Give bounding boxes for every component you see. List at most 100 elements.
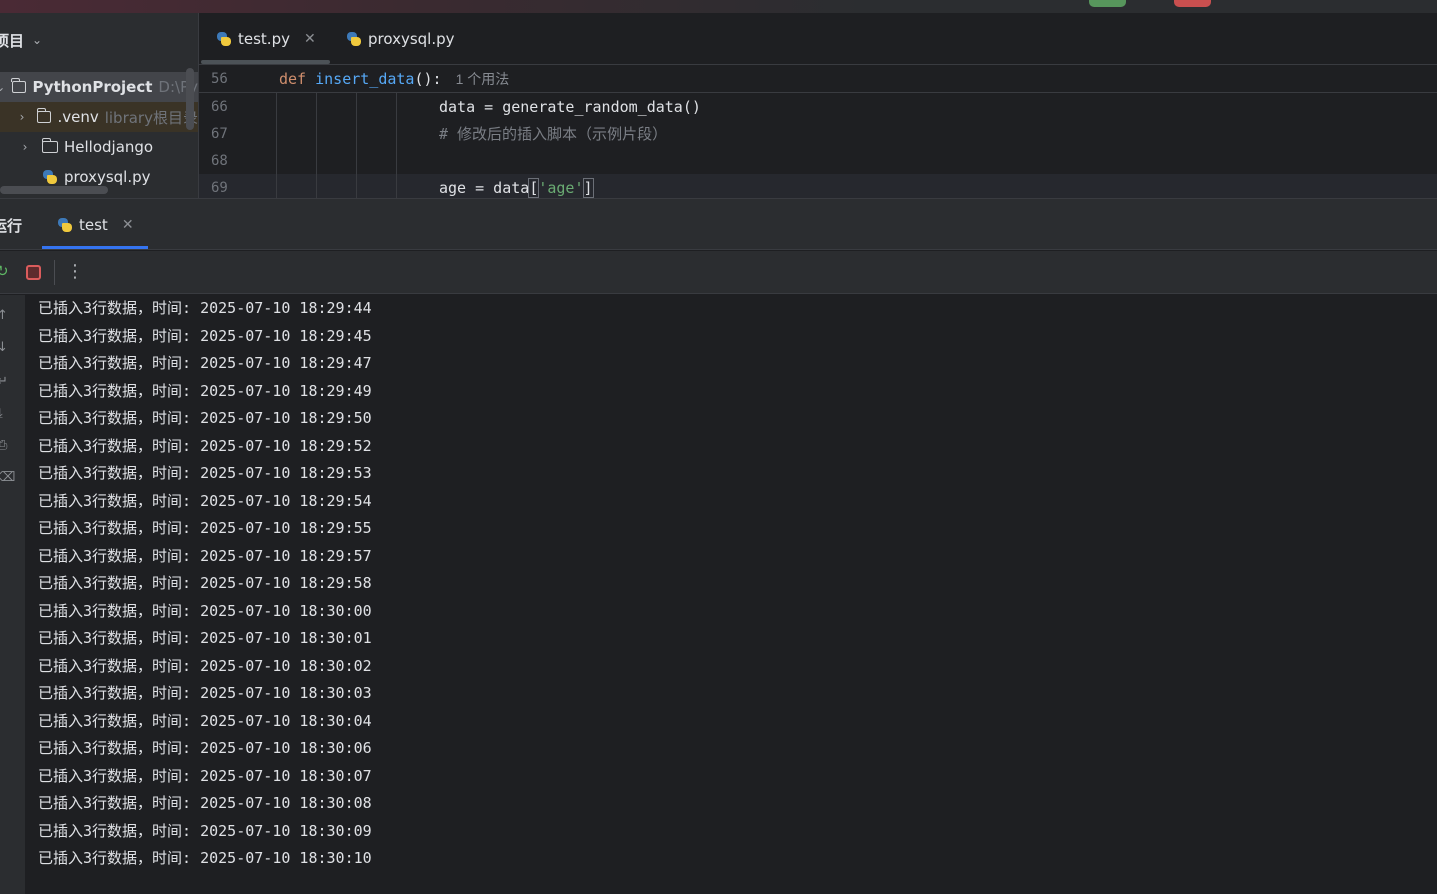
code-string: 'age' — [538, 178, 584, 197]
line-number: 56 — [211, 71, 228, 87]
toolbar-separator — [54, 260, 55, 285]
rerun-icon[interactable]: ↻ — [0, 262, 10, 282]
code-line-66[interactable]: 66 data = generate_random_data() — [199, 93, 1437, 120]
bracket: [ — [528, 177, 540, 198]
console-line: 已插入3行数据，时间: 2025-07-10 18:30:03 — [38, 684, 372, 702]
active-tab-indicator — [201, 60, 330, 64]
code-text: data = generate_random_data() — [439, 97, 701, 116]
arrow-down-icon[interactable]: ↓ — [0, 341, 11, 355]
keyword: def — [279, 70, 307, 88]
editor: test.py ✕ proxysql.py 56 def insert_data… — [198, 13, 1437, 201]
tree-item-label: .venv — [57, 108, 99, 126]
console-line: 已插入3行数据，时间: 2025-07-10 18:30:07 — [38, 766, 372, 785]
python-file-icon — [346, 31, 362, 47]
code-part: age = data — [439, 178, 530, 197]
console-line: 已插入3行数据，时间: 2025-07-10 18:29:53 — [38, 464, 372, 482]
function-name: insert_data — [315, 70, 415, 88]
line-number: 66 — [211, 98, 228, 115]
console-output[interactable]: 已插入3行数据，时间: 2025-07-10 18:29:44 已插入3行数据，时… — [38, 295, 372, 873]
folder-icon — [11, 78, 27, 93]
console-line: 已插入3行数据，时间: 2025-07-10 18:30:04 — [38, 711, 372, 730]
chevron-right-icon[interactable]: › — [16, 110, 28, 124]
code-line-67[interactable]: 67 # 修改后的插入脚本（示例片段） — [199, 120, 1437, 147]
console-line: 已插入3行数据，时间: 2025-07-10 18:29:58 — [38, 574, 372, 592]
tab-test-py[interactable]: test.py ✕ — [216, 13, 316, 65]
chevron-right-icon[interactable]: › — [18, 140, 32, 154]
arrow-up-icon[interactable]: ↑ — [0, 309, 11, 323]
project-panel: 项目 ⌄ ⌄ PythonProject D:\Py › .venv libra… — [0, 13, 198, 198]
run-widget-button[interactable] — [1089, 0, 1126, 7]
code-text: age = data['age'] — [439, 177, 594, 198]
tree-item-venv[interactable]: › .venv library根目录 — [0, 102, 198, 132]
console-line: 已插入3行数据，时间: 2025-07-10 18:29:47 — [38, 354, 372, 372]
console-line: 已插入3行数据，时间: 2025-07-10 18:29:45 — [38, 326, 372, 345]
code-line: def insert_data(): 1 个用法 — [279, 69, 509, 89]
print-icon[interactable]: ⎙ — [0, 439, 11, 453]
python-file-icon — [42, 169, 58, 185]
console-line: 已插入3行数据，时间: 2025-07-10 18:29:44 — [38, 299, 372, 317]
tree-item-label: PythonProject — [32, 78, 153, 96]
folder-icon — [41, 138, 58, 153]
stop-icon[interactable] — [26, 265, 41, 280]
tab-proxysql-py[interactable]: proxysql.py — [346, 13, 455, 65]
run-side-toolbar: ↑ ↓ ↵ ⤓ ⎙ ⌫ — [0, 295, 25, 894]
run-panel-title: 运行 — [0, 217, 23, 235]
trash-icon[interactable]: ⌫ — [0, 471, 15, 485]
code-comment: # 修改后的插入脚本（示例片段） — [439, 125, 668, 143]
stop-widget-button[interactable] — [1174, 0, 1211, 7]
title-bar — [0, 0, 1437, 13]
console-line: 已插入3行数据，时间: 2025-07-10 18:29:49 — [38, 381, 372, 400]
tree-item-hellodjango[interactable]: › Hellodjango — [0, 132, 198, 162]
horizontal-scrollbar[interactable] — [0, 186, 108, 194]
bracket: ] — [582, 177, 594, 198]
project-panel-title: 项目 — [0, 31, 25, 50]
run-tab-label: test — [79, 215, 108, 234]
console-line: 已插入3行数据，时间: 2025-07-10 18:29:50 — [38, 409, 372, 427]
console-line: 已插入3行数据，时间: 2025-07-10 18:30:09 — [38, 821, 372, 840]
chevron-down-icon[interactable]: ⌄ — [0, 80, 7, 94]
line-number: 68 — [211, 152, 228, 169]
console-line: 已插入3行数据，时间: 2025-07-10 18:29:55 — [38, 519, 372, 537]
indent-guide — [276, 93, 277, 198]
console-line: 已插入3行数据，时间: 2025-07-10 18:29:52 — [38, 436, 372, 455]
tree-item-label: Hellodjango — [64, 138, 154, 156]
code-line-68[interactable]: 68 — [199, 147, 1437, 174]
scroll-to-end-icon[interactable]: ⤓ — [0, 407, 11, 421]
python-file-icon — [216, 31, 232, 47]
close-icon[interactable]: ✕ — [122, 217, 134, 233]
active-tab-indicator — [42, 246, 148, 249]
console-line: 已插入3行数据，时间: 2025-07-10 18:30:06 — [38, 739, 372, 757]
line-number: 69 — [211, 179, 228, 196]
chevron-down-icon: ⌄ — [32, 33, 43, 47]
console-line: 已插入3行数据，时间: 2025-07-10 18:30:10 — [38, 849, 372, 867]
code-line-69[interactable]: 69 age = data['age'] — [199, 174, 1437, 201]
tab-label: test.py — [238, 30, 290, 48]
soft-wrap-icon[interactable]: ↵ — [0, 375, 11, 389]
line-number: 67 — [211, 125, 228, 142]
tree-item-label: proxysql.py — [64, 168, 151, 186]
run-panel-header: 运行 test ✕ — [0, 199, 1437, 250]
console-line: 已插入3行数据，时间: 2025-07-10 18:30:00 — [38, 601, 372, 620]
console-line: 已插入3行数据，时间: 2025-07-10 18:29:57 — [38, 546, 372, 565]
tab-run-test[interactable]: test ✕ — [57, 199, 134, 250]
vertical-scrollbar[interactable] — [186, 68, 194, 130]
code-punct: (): — [414, 70, 442, 88]
console-line: 已插入3行数据，时间: 2025-07-10 18:29:54 — [38, 491, 372, 510]
indent-guide — [356, 93, 357, 198]
folder-icon — [36, 108, 52, 123]
project-panel-header[interactable]: 项目 ⌄ — [0, 29, 42, 51]
usage-hint[interactable]: 1 个用法 — [456, 71, 510, 87]
indent-guide — [316, 93, 317, 198]
run-toolbar: ↻ ⋮ — [0, 251, 1437, 294]
tab-label: proxysql.py — [368, 30, 455, 48]
tree-item-hint: library根目录 — [104, 108, 198, 127]
close-icon[interactable]: ✕ — [304, 31, 316, 47]
tree-item-pythonproject[interactable]: ⌄ PythonProject D:\Py — [0, 72, 198, 102]
more-vertical-icon[interactable]: ⋮ — [66, 262, 84, 282]
python-run-icon — [57, 217, 73, 233]
console-line: 已插入3行数据，时间: 2025-07-10 18:30:01 — [38, 629, 372, 647]
run-panel: 运行 test ✕ ↻ ⋮ ↑ ↓ ↵ ⤓ ⎙ ⌫ 已插入3行数据，时间: 20… — [0, 198, 1437, 894]
sticky-line[interactable]: 56 def insert_data(): 1 个用法 — [199, 66, 1437, 93]
console-line: 已插入3行数据，时间: 2025-07-10 18:30:02 — [38, 656, 372, 675]
console-line: 已插入3行数据，时间: 2025-07-10 18:30:08 — [38, 794, 372, 812]
